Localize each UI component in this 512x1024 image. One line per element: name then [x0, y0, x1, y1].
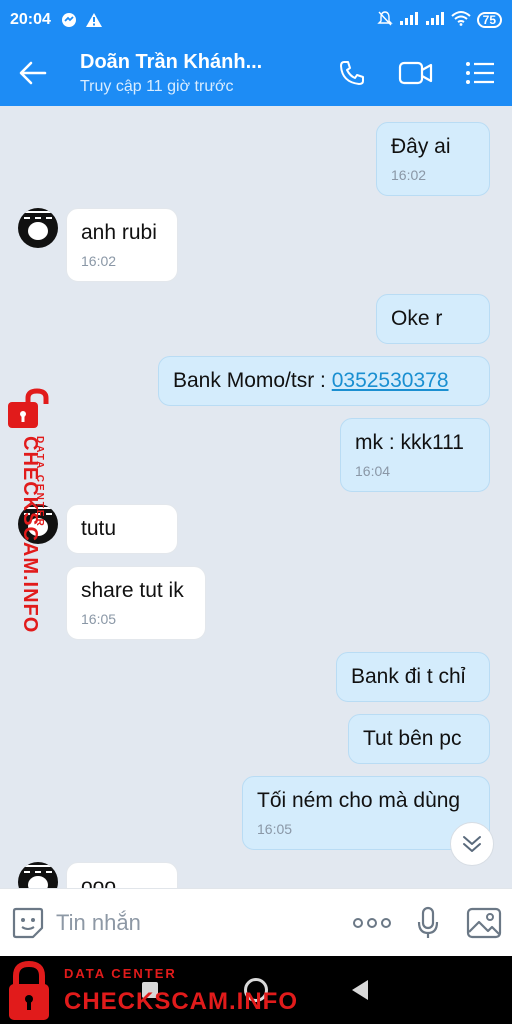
signal-icon-2 — [425, 11, 445, 30]
system-back-button[interactable] — [352, 980, 368, 1000]
message-text: Bank đi t chỉ — [351, 665, 466, 688]
phone-icon — [340, 61, 364, 85]
wifi-icon — [450, 10, 471, 31]
message-input-bar — [0, 888, 512, 956]
call-button[interactable] — [320, 40, 384, 106]
last-seen: Truy cập 11 giờ trước — [80, 77, 234, 95]
messenger-notification-icon — [61, 12, 77, 28]
voice-record-button[interactable] — [400, 889, 456, 957]
list-menu-icon — [466, 62, 494, 84]
sticker-button[interactable] — [0, 889, 56, 957]
mute-bell-icon — [376, 10, 393, 31]
microphone-icon — [417, 906, 439, 938]
more-options-button[interactable] — [344, 889, 400, 957]
phone-number-link[interactable]: 0352530378 — [332, 369, 449, 392]
watermark-side: CHECKSCAM.INFO DATA CENTER — [2, 388, 58, 638]
message-text: Tối ném cho mà dùng — [257, 789, 461, 812]
message-text: anh rubi — [81, 221, 157, 244]
battery-indicator: 75 — [476, 12, 502, 28]
status-right: 75 — [376, 10, 502, 31]
image-gallery-icon — [466, 907, 502, 938]
watermark-small-text: DATA CENTER — [34, 436, 45, 528]
message-bubble[interactable]: tutu — [66, 504, 178, 554]
double-chevron-down-icon — [463, 836, 481, 852]
message-bubble[interactable]: Bank đi t chỉ — [336, 652, 490, 702]
message-text: mk : kkk111 — [355, 431, 464, 454]
message-text: tutu — [81, 517, 117, 540]
message-time: 16:05 — [257, 821, 293, 837]
recent-apps-button[interactable] — [142, 982, 158, 998]
message-bubble[interactable]: Tut bên pc — [348, 714, 490, 764]
chat-header: Doãn Trần Khánh... Truy cập 11 giờ trước — [0, 40, 512, 106]
message-text: Đây ai — [391, 135, 451, 158]
sticker-smiley-icon — [12, 907, 44, 938]
padlock-icon — [8, 388, 49, 428]
message-text: Bank Momo/tsr : 0352530378 — [173, 369, 475, 393]
message-text-prefix: Bank Momo/tsr : — [173, 369, 332, 392]
home-button[interactable] — [244, 978, 268, 1002]
contact-info[interactable]: Doãn Trần Khánh... Truy cập 11 giờ trước — [66, 51, 320, 96]
contact-name: Doãn Trần Khánh... — [80, 50, 263, 73]
video-call-button[interactable] — [384, 40, 448, 106]
message-bubble[interactable]: anh rubi 16:02 — [66, 208, 178, 282]
chat-area[interactable]: Đây ai 16:02 anh rubi 16:02 Oke r Bank M… — [0, 106, 512, 888]
signal-icon — [399, 11, 419, 30]
contact-avatar[interactable] — [18, 208, 58, 248]
message-time: 16:05 — [81, 611, 117, 627]
message-text: Tut bên pc — [363, 727, 462, 750]
message-time: 16:02 — [391, 167, 427, 183]
status-bar: 20:04 75 — [0, 0, 512, 40]
arrow-left-icon — [19, 61, 47, 85]
message-text: share tut ik — [81, 579, 184, 602]
back-button[interactable] — [0, 40, 66, 106]
message-bubble[interactable]: Oke r — [376, 294, 490, 344]
message-text: Oke r — [391, 307, 443, 330]
message-bubble[interactable]: share tut ik 16:05 — [66, 566, 206, 640]
video-camera-icon — [398, 61, 433, 85]
menu-button[interactable] — [448, 40, 512, 106]
contact-avatar[interactable] — [18, 862, 58, 888]
scroll-to-bottom-button[interactable] — [450, 822, 494, 866]
status-time: 20:04 — [10, 11, 51, 28]
message-bubble[interactable]: ooo — [66, 862, 178, 888]
more-dots-icon — [353, 917, 391, 928]
message-bubble[interactable]: Đây ai 16:02 — [376, 122, 490, 196]
gallery-button[interactable] — [456, 889, 512, 957]
message-bubble[interactable]: mk : kkk111 16:04 — [340, 418, 490, 492]
warning-icon — [85, 12, 103, 28]
message-time: 16:04 — [355, 463, 391, 479]
message-text: ooo — [81, 875, 117, 888]
system-nav-bar — [0, 956, 512, 1024]
message-time: 16:02 — [81, 253, 117, 269]
message-bubble[interactable]: Bank Momo/tsr : 0352530378 — [158, 356, 490, 406]
message-input[interactable] — [56, 902, 344, 943]
